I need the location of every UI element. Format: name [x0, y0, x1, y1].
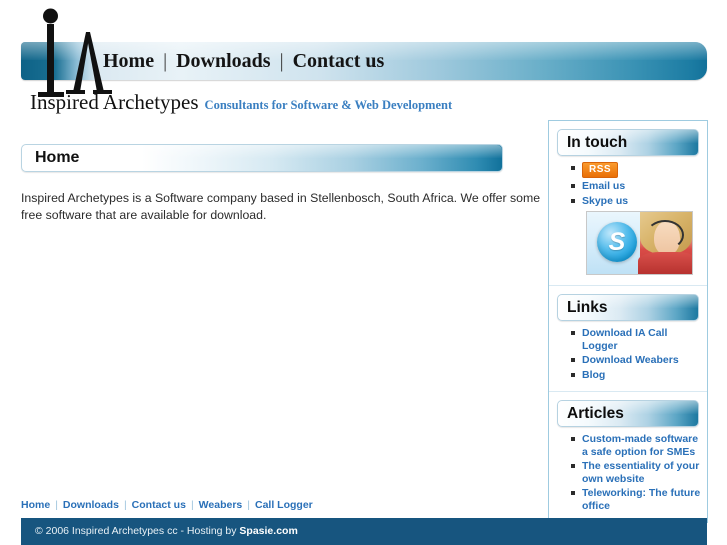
list-item: Download Weabers [571, 354, 701, 367]
sidebar-list-in-touch: RSS Email us Skype us [549, 162, 707, 207]
list-item: Custom-made software a safe option for S… [571, 433, 701, 458]
skype-promo-image[interactable]: S [586, 211, 693, 275]
sidebar-section-in-touch: In touch RSS Email us Skype us S [549, 121, 707, 285]
footer-separator-3: | [190, 499, 194, 511]
sidebar-heading-bar-links: Links [557, 294, 699, 321]
sidebar-list-articles: Custom-made software a safe option for S… [549, 433, 707, 512]
nav-item-downloads[interactable]: Downloads [174, 50, 272, 72]
sidebar-section-links: Links Download IA Call Logger Download W… [549, 285, 707, 391]
footer-navigation: Home | Downloads | Contact us | Weabers | Call L… [21, 499, 313, 511]
rss-badge[interactable]: RSS [582, 162, 619, 178]
sidebar-heading-articles: Articles [567, 405, 624, 422]
footer-link-call-logger[interactable]: Call Logger [255, 499, 313, 511]
sidebar-link-skype-us[interactable]: Skype us [582, 195, 628, 207]
footer-link-weabers[interactable]: Weabers [199, 499, 243, 511]
torso-shape [638, 252, 692, 274]
copyright-text: © 2006 Inspired Archetypes cc - Hosting … [21, 518, 707, 545]
footer-separator-4: | [247, 499, 250, 511]
footer-separator-1: | [55, 499, 58, 511]
list-item: RSS [571, 162, 701, 178]
main-content: Home Inspired Archetypes is a Software c… [21, 144, 540, 236]
sidebar-link-download-weabers[interactable]: Download Weabers [582, 354, 679, 366]
sidebar-heading-in-touch: In touch [567, 134, 628, 151]
site-logo[interactable] [24, 4, 154, 104]
nav-separator-2: | [279, 50, 284, 72]
list-item: Download IA Call Logger [571, 327, 701, 352]
sidebar-heading-bar-in-touch: In touch [557, 129, 699, 156]
list-item: Teleworking: The future office [571, 487, 701, 512]
sidebar-heading-bar-articles: Articles [557, 400, 699, 427]
list-item: Blog [571, 369, 701, 382]
list-item: Email us [571, 180, 701, 193]
hosting-provider[interactable]: Spasie.com [239, 525, 297, 537]
sidebar-link-article-essentiality-of-own-website[interactable]: The essentiality of your own website [582, 460, 699, 485]
page-title-bar: Home [21, 144, 503, 172]
sidebar-section-articles: Articles Custom-made software a safe opt… [549, 391, 707, 522]
nav-item-contact-us[interactable]: Contact us [291, 50, 387, 72]
copyright-prefix: © 2006 Inspired Archetypes cc - Hosting … [35, 525, 240, 537]
sidebar-heading-links: Links [567, 299, 608, 316]
sidebar-link-email-us[interactable]: Email us [582, 180, 625, 192]
footer-bar: © 2006 Inspired Archetypes cc - Hosting … [21, 518, 707, 545]
sidebar-link-article-teleworking-future-office[interactable]: Teleworking: The future office [582, 487, 700, 512]
sidebar-link-article-custom-made-software[interactable]: Custom-made software a safe option for S… [582, 433, 698, 458]
list-item: The essentiality of your own website [571, 460, 701, 485]
headset-woman-photo [638, 212, 692, 274]
headset-icon [646, 220, 684, 250]
skype-logo-icon: S [597, 222, 637, 262]
footer-link-home[interactable]: Home [21, 499, 50, 511]
sidebar: In touch RSS Email us Skype us S Links D… [548, 120, 708, 523]
sidebar-link-blog[interactable]: Blog [582, 369, 605, 381]
intro-paragraph: Inspired Archetypes is a Software compan… [21, 191, 541, 222]
nav-separator-1: | [163, 50, 168, 72]
list-item: Skype us [571, 195, 701, 208]
brand-tagline: Consultants for Software & Web Developme… [204, 98, 453, 112]
footer-link-contact-us[interactable]: Contact us [132, 499, 186, 511]
skype-logo-letter: S [608, 228, 626, 256]
footer-separator-2: | [123, 499, 127, 511]
page-title: Home [35, 149, 80, 166]
page-root: Home | Downloads | Contact us Inspired A… [0, 0, 727, 545]
sidebar-link-download-ia-call-logger[interactable]: Download IA Call Logger [582, 327, 667, 352]
site-header: Home | Downloads | Contact us Inspired A… [0, 0, 727, 118]
footer-link-downloads[interactable]: Downloads [63, 499, 119, 511]
sidebar-list-links: Download IA Call Logger Download Weabers… [549, 327, 707, 381]
ia-monogram-icon [38, 8, 112, 97]
